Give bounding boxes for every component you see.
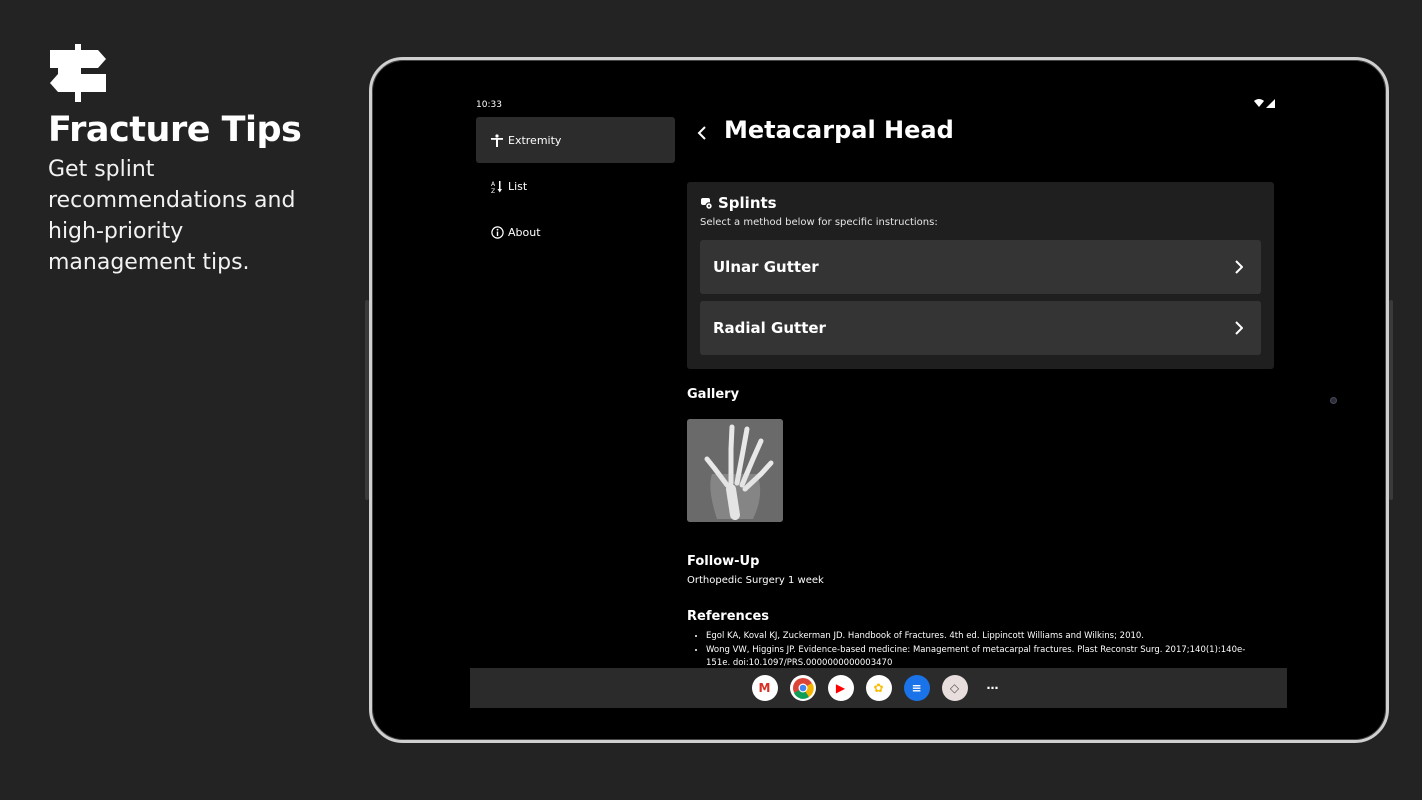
references-list: Egol KA, Koval KJ, Zuckerman JD. Handboo… bbox=[700, 630, 1260, 671]
nav-item-label: Extremity bbox=[508, 133, 562, 147]
reference-item: Wong VW, Higgins JP. Evidence-based medi… bbox=[706, 644, 1260, 670]
splints-subtitle: Select a method below for specific instr… bbox=[700, 217, 938, 228]
chevron-right-icon bbox=[1235, 321, 1243, 335]
splints-card: Splints Select a method below for specif… bbox=[687, 182, 1274, 369]
taskbar-dock: M ▶ ✿ ≡ ◇ ⋯ bbox=[470, 668, 1287, 708]
sort-list-icon: AZ bbox=[490, 179, 504, 193]
references-heading: References bbox=[687, 609, 770, 624]
method-label: Radial Gutter bbox=[713, 319, 826, 337]
gallery-heading: Gallery bbox=[687, 387, 740, 402]
screen: 10:33 Extremity AZ List About Metacarpal… bbox=[470, 95, 1287, 708]
reference-item: Egol KA, Koval KJ, Zuckerman JD. Handboo… bbox=[706, 630, 1260, 643]
svg-text:A: A bbox=[491, 181, 496, 188]
back-arrow-icon bbox=[697, 126, 706, 140]
nav-item-label: About bbox=[508, 225, 541, 239]
chrome-icon[interactable] bbox=[789, 675, 816, 701]
tablet-frame: 10:33 Extremity AZ List About Metacarpal… bbox=[365, 57, 1393, 743]
page-title: Metacarpal Head bbox=[724, 116, 954, 144]
signpost-icon bbox=[48, 44, 108, 102]
followup-text: Orthopedic Surgery 1 week bbox=[687, 575, 824, 586]
messages-icon[interactable]: ≡ bbox=[903, 675, 930, 701]
fracture-tips-app-icon[interactable]: ◇ bbox=[941, 675, 968, 701]
nav-item-extremity[interactable]: Extremity bbox=[476, 117, 675, 163]
front-camera bbox=[1330, 397, 1337, 404]
splints-title: Splints bbox=[718, 194, 777, 212]
promo-title: Fracture Tips bbox=[48, 110, 302, 150]
photos-icon[interactable]: ✿ bbox=[865, 675, 892, 701]
app-drawer-icon[interactable]: ⋯ bbox=[979, 675, 1006, 701]
method-ulnar-gutter[interactable]: Ulnar Gutter bbox=[700, 240, 1261, 294]
chevron-right-icon bbox=[1235, 260, 1243, 274]
back-button[interactable] bbox=[692, 121, 712, 145]
nav-item-about[interactable]: About bbox=[476, 209, 675, 255]
youtube-icon[interactable]: ▶ bbox=[827, 675, 854, 701]
nav-item-list[interactable]: AZ List bbox=[476, 163, 675, 209]
promo-subtitle: Get splint recommendations and high-prio… bbox=[48, 157, 296, 275]
status-time: 10:33 bbox=[476, 100, 502, 110]
navigation-drawer: Extremity AZ List About bbox=[476, 117, 675, 255]
method-label: Ulnar Gutter bbox=[713, 258, 819, 276]
splints-heading: Splints bbox=[700, 194, 777, 212]
detail-pane: Metacarpal Head Splints Select a method … bbox=[686, 95, 1276, 668]
method-radial-gutter[interactable]: Radial Gutter bbox=[700, 301, 1261, 355]
tablet-side-button bbox=[1389, 300, 1393, 500]
svg-text:Z: Z bbox=[491, 188, 495, 193]
bandage-icon bbox=[701, 198, 713, 210]
promo-panel: Fracture Tips Get splint recommendations… bbox=[48, 44, 348, 278]
xray-thumbnail[interactable] bbox=[687, 419, 783, 522]
gmail-icon[interactable]: M bbox=[751, 675, 778, 701]
tablet-side-button bbox=[365, 300, 369, 500]
human-figure-icon bbox=[490, 133, 504, 147]
info-icon bbox=[490, 225, 504, 239]
nav-item-label: List bbox=[508, 179, 528, 193]
followup-heading: Follow-Up bbox=[687, 554, 760, 569]
